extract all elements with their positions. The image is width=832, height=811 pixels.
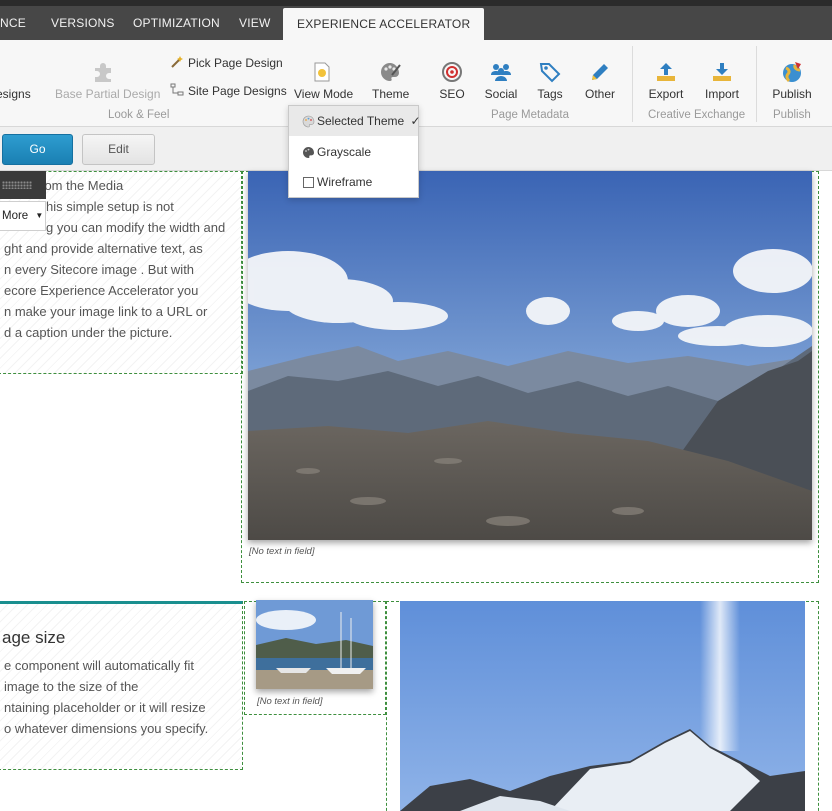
tab-optimization[interactable]: OPTIMIZATION xyxy=(133,6,220,40)
view-mode-label: View Mode xyxy=(294,87,354,101)
page-canvas: cture from the Media his simple setup is… xyxy=(0,171,832,811)
snowy-peak-picture xyxy=(400,601,805,811)
tag-icon xyxy=(539,63,561,83)
snowy-peak-image[interactable] xyxy=(400,601,805,811)
section-heading: age size xyxy=(2,628,66,647)
group-label-look-feel: Look & Feel xyxy=(108,109,170,121)
theme-button[interactable]: Theme xyxy=(372,60,410,101)
sitemap-icon xyxy=(170,83,184,96)
text-line: ntaining placeholder or it will resize xyxy=(4,700,206,715)
group-label-publish: Publish xyxy=(773,109,811,121)
lake-boats-image[interactable] xyxy=(256,600,373,689)
designs-icon xyxy=(0,60,20,84)
caret-down-icon: ▼ xyxy=(35,211,44,220)
text-line: image to the size of the xyxy=(4,679,139,694)
text-line: his simple setup is not xyxy=(46,199,174,214)
designs-label: esigns xyxy=(0,87,31,101)
text-line: d a caption under the picture. xyxy=(4,325,173,340)
drag-handle[interactable] xyxy=(0,171,46,199)
tags-label: Tags xyxy=(537,87,563,101)
publish-label: Publish xyxy=(772,87,812,101)
export-upload-icon xyxy=(657,63,675,81)
base-partial-design-button[interactable]: Base Partial Design xyxy=(55,60,160,101)
check-icon: ✓ xyxy=(410,114,421,128)
social-label: Social xyxy=(484,87,518,101)
mountain-panorama-picture xyxy=(248,171,812,540)
text-line: e component will automatically fit xyxy=(4,658,195,673)
people-group-icon xyxy=(491,64,511,81)
image-caption: [No text in field] xyxy=(249,546,315,557)
ribbon-tab-bar: NCE VERSIONS OPTIMIZATION VIEW EXPERIENC… xyxy=(0,6,832,40)
menu-item-wireframe[interactable]: Wireframe xyxy=(289,167,418,197)
mountain-panorama-image[interactable] xyxy=(248,171,812,540)
grayscale-palette-icon xyxy=(303,147,314,158)
tags-button[interactable]: Tags xyxy=(536,60,564,101)
text-line: ght and provide alternative text, as xyxy=(4,241,203,256)
text-line: ecore Experience Accelerator you xyxy=(4,283,199,298)
import-button[interactable]: Import xyxy=(704,60,740,101)
seo-label: SEO xyxy=(439,87,465,101)
base-partial-design-label: Base Partial Design xyxy=(55,87,161,101)
edit-button[interactable]: Edit xyxy=(82,134,155,165)
view-mode-button[interactable]: View Mode xyxy=(294,60,354,101)
site-page-designs-button[interactable]: Site Page Designs xyxy=(170,83,287,98)
ribbon-group-separator xyxy=(632,46,633,122)
group-label-page-metadata: Page Metadata xyxy=(491,109,570,121)
site-page-designs-label: Site Page Designs xyxy=(188,84,287,98)
view-mode-menu: Selected Theme ✓ Grayscale Wireframe xyxy=(288,105,421,198)
other-label: Other xyxy=(584,87,615,101)
pencil-icon xyxy=(592,64,608,80)
tab-versions[interactable]: VERSIONS xyxy=(51,6,115,40)
export-button[interactable]: Export xyxy=(648,60,684,101)
text-line: g you can modify the width and xyxy=(46,220,226,235)
image-caption: [No text in field] xyxy=(257,696,323,707)
component-toolbar-popup: More ▼ xyxy=(0,171,46,233)
menu-item-label: Selected Theme xyxy=(317,114,405,128)
text-line: n every Sitecore image . But with xyxy=(4,262,195,277)
seo-button[interactable]: SEO xyxy=(438,60,466,101)
pick-page-design-label: Pick Page Design xyxy=(188,56,283,70)
group-label-creative-exchange: Creative Exchange xyxy=(648,109,746,121)
more-button[interactable]: More ▼ xyxy=(0,201,46,231)
grip-dots-icon xyxy=(2,181,32,189)
menu-item-selected-theme[interactable]: Selected Theme ✓ xyxy=(289,106,421,136)
view-mode-icon xyxy=(314,62,330,82)
import-download-icon xyxy=(713,63,731,81)
text-line: o whatever dimensions you specify. xyxy=(4,721,209,736)
tab-experience-partial[interactable]: NCE xyxy=(0,6,26,40)
text-line: n make your image link to a URL or xyxy=(4,304,208,319)
globe-publish-icon xyxy=(783,62,801,83)
go-button[interactable]: Go xyxy=(2,134,73,165)
export-label: Export xyxy=(648,87,684,101)
target-icon xyxy=(442,62,462,82)
social-button[interactable]: Social xyxy=(484,60,518,101)
ribbon-group-separator xyxy=(756,46,757,122)
puzzle-icon xyxy=(95,63,111,82)
menu-item-grayscale[interactable]: Grayscale xyxy=(289,137,418,167)
menu-item-label: Wireframe xyxy=(317,175,373,189)
lake-boats-picture xyxy=(256,600,373,689)
more-label: More xyxy=(2,210,29,222)
designs-button[interactable]: esigns xyxy=(0,60,31,101)
menu-item-label: Grayscale xyxy=(317,145,372,159)
palette-icon xyxy=(380,63,401,81)
tab-experience-accelerator[interactable]: EXPERIENCE ACCELERATOR xyxy=(283,8,485,40)
pick-page-design-button[interactable]: Pick Page Design xyxy=(170,55,283,70)
palette-icon xyxy=(302,115,315,128)
wireframe-square-icon xyxy=(303,177,314,188)
tab-view[interactable]: VIEW xyxy=(239,6,270,40)
other-button[interactable]: Other xyxy=(584,60,616,101)
import-label: Import xyxy=(704,87,739,101)
magic-wand-icon xyxy=(171,56,183,68)
publish-button[interactable]: Publish xyxy=(772,60,812,101)
theme-label: Theme xyxy=(372,87,410,101)
